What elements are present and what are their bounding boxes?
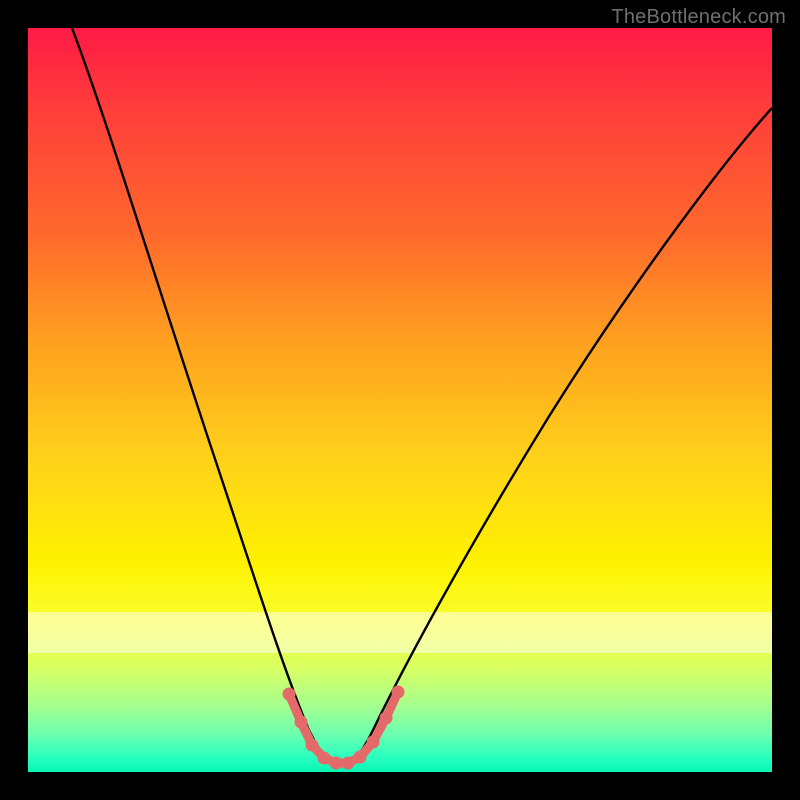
marker-band-line [289, 692, 398, 763]
marker-dots [283, 686, 405, 770]
chart-frame: TheBottleneck.com [0, 0, 800, 800]
curve-layer [28, 28, 772, 772]
watermark-text: TheBottleneck.com [611, 6, 786, 29]
plot-area [28, 28, 772, 772]
bottleneck-curve [72, 28, 772, 763]
